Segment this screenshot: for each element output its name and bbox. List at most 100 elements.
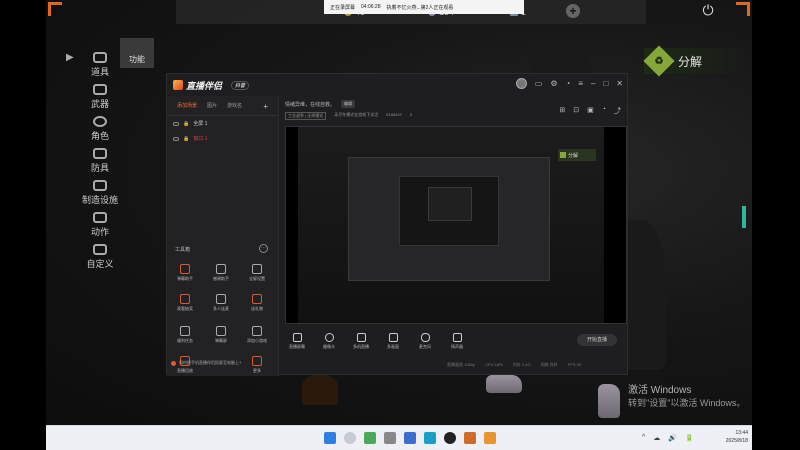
live-preview[interactable]: 分解 [285,126,627,324]
tool-thanks[interactable]: 感谢助手 [205,264,237,282]
run-icon [93,212,107,223]
settings-icon[interactable]: ⚙ [550,79,557,88]
menu-item-action[interactable]: 动作 [70,212,130,238]
notification-icon[interactable]: ◔ [565,79,570,88]
app-icon[interactable] [384,432,396,444]
nested-preview-window [399,176,499,246]
lock-icon[interactable]: 🔒 [183,121,189,127]
more-icon[interactable]: ⋯ [259,244,268,253]
app-icon[interactable] [424,432,436,444]
tool-lottery[interactable]: 观看抽奖 [169,294,201,312]
tool-task[interactable]: 福利任务 [169,326,201,344]
nested-preview-window [348,157,550,281]
tab-image[interactable]: 图片 [207,102,217,111]
microphone-button[interactable]: 麦克风 [409,332,441,350]
tool-multi-mic[interactable]: 多人连麦 [205,294,237,312]
start-icon[interactable] [324,432,336,444]
app-icon[interactable] [404,432,416,444]
app-icon[interactable] [364,432,376,444]
scene-item[interactable]: 🔒 全屏 1 [167,116,278,131]
cloud-icon[interactable]: ☁ [653,434,660,442]
layout-icon[interactable]: ⊞ [559,106,565,116]
camera-button[interactable]: 摄像头 [313,332,345,350]
menu-icon[interactable]: ≡ [578,79,583,88]
task-icon [180,326,190,336]
stream-title-row: 情绪异维，在线自救。 编辑 [285,100,356,108]
tool-danmu-screen[interactable]: 弹幕屏 [205,326,237,344]
lock-icon[interactable]: ⊡ [573,106,579,116]
info-icon [171,360,176,366]
taskbar: ^ ☁ 🔊 🔋 13:44 2025/8/18 [46,425,752,450]
toolbox-title: 工具箱 [175,247,191,253]
decompose-button[interactable]: ♻ 分解 [643,45,744,77]
share-icon[interactable]: ⤴ [614,106,621,116]
recording-status: 正在录屏幕 [330,4,356,11]
recording-bar: 正在录屏幕 04:06:28 执着不忆火燕...第2人正在观看 [324,0,524,14]
status-bar: 直播画质 1080p CPU 18% 内存 2.4G 网络 良好 FPS 30 [447,362,582,367]
frame-corner [48,2,62,16]
minimize-icon[interactable]: – [591,79,595,88]
message-icon[interactable]: ▭ [535,79,543,88]
main-toolbar: ⊞ ⊡ ▣ ◔ ⤴ [559,106,621,116]
edit-button[interactable]: 编辑 [341,100,356,108]
eye-icon[interactable] [173,121,179,126]
avatar[interactable] [515,78,527,89]
qq-icon[interactable] [444,432,456,444]
logo-icon [173,80,183,90]
platform-badge[interactable]: 抖音 [231,80,250,90]
phone-icon [356,332,366,342]
recording-timer: 04:06:28 [361,4,381,10]
fullscreen-icon [252,264,262,274]
power-icon[interactable]: ⏻ [696,0,720,20]
menu-item-items[interactable]: 道具 [70,52,130,78]
desktop-area: 45 154 1 + ⏻ 正在录屏幕 04:06:28 执着不忆火燕...第2人… [46,0,752,450]
notification-icon[interactable]: ◔ [602,106,606,116]
build-icon [93,180,107,191]
danmu-icon [180,264,190,274]
tool-minigame[interactable]: 添加小游戏 [241,326,273,344]
tab-game[interactable]: 游戏名 [227,102,242,111]
multi-device-button[interactable]: 多机直播 [345,332,377,350]
streaming-app-window: 直播伴侣 抖音 ▭ ⚙ ◔ ≡ – □ ✕ 添加场景 图片 游戏名 + 🔒 全屏… [166,73,628,376]
add-button[interactable]: + [566,4,580,18]
window-controls: ▭ ⚙ ◔ ≡ – □ ✕ [515,78,623,89]
category-chip[interactable]: 工业战争 | 无师模式 [285,112,327,120]
recycle-icon [560,152,566,158]
frame-corner [736,2,750,16]
menu-item-weapons[interactable]: 武器 [70,84,130,110]
menu-item-custom[interactable]: 自定义 [70,244,130,270]
screen-icon [216,326,226,336]
tray-expand-icon[interactable]: ^ [642,434,645,442]
add-scene-icon[interactable]: + [263,102,268,111]
clock[interactable]: 13:44 2025/8/18 [726,429,748,445]
battery-icon[interactable]: 🔋 [685,434,694,442]
tool-fullscreen[interactable]: 全屏设置 [241,264,273,282]
app-icon[interactable] [464,432,476,444]
volume-icon[interactable]: 🔊 [668,434,677,442]
tool-more[interactable]: 更多 [241,356,273,374]
app-logo: 直播伴侣 抖音 [173,79,250,92]
multi-view-button[interactable]: 多画面 [377,332,409,350]
lock-icon[interactable]: 🔒 [183,136,189,142]
pencil-icon [93,244,107,255]
menu-item-armor[interactable]: 防具 [70,148,130,174]
tool-danmu[interactable]: 弹幕助手 [169,264,201,282]
pip-icon[interactable]: ▣ [587,106,594,116]
search-icon[interactable] [344,432,356,444]
maximize-icon[interactable]: □ [603,79,608,88]
start-live-button[interactable]: 开始直播 [577,334,617,346]
menu-item-crafting[interactable]: 制造设施 [70,180,130,206]
eye-icon[interactable] [173,136,179,141]
scene-tabs: 添加场景 图片 游戏名 + [167,96,278,116]
scene-item[interactable]: 🔒 窗口 1 [167,131,278,146]
screen-capture-button[interactable]: 直播屏幕 [281,332,313,350]
tab-add-scene[interactable]: 添加场景 [177,102,197,111]
speaker-button[interactable]: 扬声器 [441,332,473,350]
streaming-app-icon[interactable] [484,432,496,444]
game-icon [252,326,262,336]
tool-gift[interactable]: 送礼物 [241,294,273,312]
close-icon[interactable]: ✕ [616,79,623,88]
windows-activation-watermark: 激活 Windows 转到"设置"以激活 Windows。 [628,385,746,408]
menu-item-character[interactable]: 角色 [70,116,130,142]
help-tip[interactable]: 如何把手机直播伴侣投屏至电脑上? [171,360,241,366]
